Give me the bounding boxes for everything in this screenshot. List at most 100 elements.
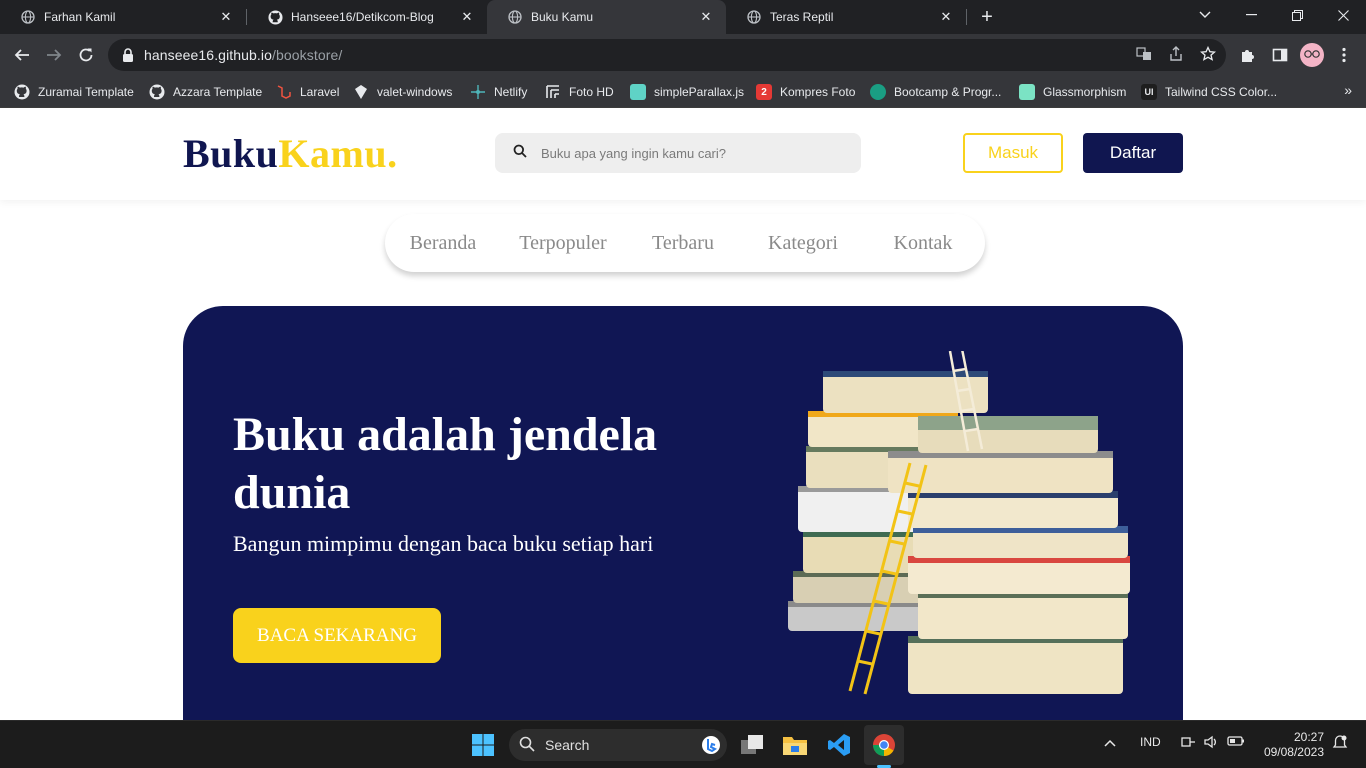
kebab-menu-icon[interactable]	[1331, 42, 1357, 68]
nav-item-kontak[interactable]: Kontak	[863, 232, 983, 255]
close-icon[interactable]: ✕	[938, 9, 954, 25]
netlify-icon	[470, 84, 486, 100]
logo-part-buku: Buku	[183, 131, 279, 176]
nav-item-beranda[interactable]: Beranda	[383, 232, 503, 255]
url-text: hanseee16.github.io/bookstore/	[144, 47, 342, 63]
book-stack-illustration	[788, 351, 1130, 695]
bookmark-label: Bootcamp & Progr...	[894, 85, 1002, 99]
restore-button[interactable]	[1274, 0, 1320, 30]
file-explorer-icon[interactable]	[779, 729, 811, 761]
url-path: /bookstore/	[272, 47, 343, 63]
close-icon[interactable]: ✕	[459, 9, 475, 25]
search-input[interactable]	[541, 145, 841, 161]
github-icon	[149, 84, 165, 100]
reload-icon[interactable]	[73, 42, 99, 68]
volume-icon[interactable]	[1203, 734, 1219, 753]
input-language[interactable]: IND	[1140, 735, 1161, 749]
close-window-button[interactable]	[1320, 0, 1366, 30]
clock-time: 20:27	[1293, 730, 1324, 744]
minimize-button[interactable]	[1228, 0, 1274, 30]
bookmark-glassmorphism[interactable]: Glassmorphism	[1019, 81, 1126, 103]
bookmark-zuramai-template[interactable]: Zuramai Template	[14, 81, 134, 103]
windows-start-icon[interactable]	[467, 729, 499, 761]
tray-overflow-chevron-icon[interactable]	[1104, 736, 1116, 750]
close-icon[interactable]: ✕	[698, 9, 714, 25]
tab-search-chevron-icon[interactable]	[1182, 0, 1228, 30]
nav-item-terbaru[interactable]: Terbaru	[623, 232, 743, 255]
notification-icon[interactable]	[1332, 734, 1348, 755]
bookmarks-bar: Zuramai Template Azzara Template Laravel…	[0, 76, 1366, 108]
url-host: hanseee16.github.io	[144, 47, 273, 63]
globe-icon	[20, 9, 36, 25]
kompres-icon: 2	[756, 84, 772, 100]
battery-icon[interactable]	[1227, 735, 1245, 750]
bookmark-kompres-foto[interactable]: 2 Kompres Foto	[756, 81, 855, 103]
task-view-icon[interactable]	[736, 729, 768, 761]
bookstore-page: BukuKamu. Masuk Daftar Beranda Terpopule…	[0, 108, 1366, 720]
bookmark-tailwind-css-color[interactable]: UI Tailwind CSS Color...	[1141, 81, 1277, 103]
main-navigation: Beranda Terpopuler Terbaru Kategori Kont…	[385, 214, 985, 272]
logo-part-kamu: Kamu.	[278, 131, 398, 176]
bookmark-bootcamp[interactable]: Bootcamp & Progr...	[870, 81, 1001, 103]
chrome-taskbar-icon[interactable]	[864, 725, 904, 765]
taskbar-search-label: Search	[545, 737, 590, 753]
tab-detikcom-blog[interactable]: Hanseee16/Detikcom-Blog ✕	[247, 0, 487, 34]
site-header: BukuKamu. Masuk Daftar	[0, 108, 1366, 200]
bookmark-foto-hd[interactable]: Foto HD	[545, 81, 614, 103]
bookmark-label: Laravel	[300, 85, 340, 99]
translate-icon[interactable]	[1132, 42, 1156, 66]
system-clock[interactable]: 20:27 09/08/2023	[1262, 730, 1324, 760]
register-button[interactable]: Daftar	[1083, 133, 1183, 173]
search-icon	[519, 736, 535, 755]
address-bar[interactable]: hanseee16.github.io/bookstore/	[108, 39, 1226, 71]
forward-arrow-icon[interactable]	[41, 42, 67, 68]
tab-farhan-kamil[interactable]: Farhan Kamil ✕	[0, 0, 246, 34]
login-button[interactable]: Masuk	[963, 133, 1063, 173]
github-icon	[14, 84, 30, 100]
site-logo[interactable]: BukuKamu.	[183, 130, 398, 177]
bookmark-label: Foto HD	[569, 85, 614, 99]
bing-icon	[701, 735, 721, 758]
extensions-puzzle-icon[interactable]	[1235, 42, 1261, 68]
network-icon[interactable]	[1180, 734, 1196, 753]
profile-avatar[interactable]	[1300, 43, 1324, 67]
tab-title: Farhan Kamil	[44, 10, 116, 24]
bookmarks-overflow-chevron-icon[interactable]: »	[1344, 82, 1352, 98]
tab-title: Teras Reptil	[770, 10, 834, 24]
browser-toolbar: hanseee16.github.io/bookstore/	[0, 34, 1366, 76]
github-icon	[267, 9, 283, 25]
bookmark-label: simpleParallax.js	[654, 85, 745, 99]
bookmark-label: Glassmorphism	[1043, 85, 1127, 99]
bookmark-laravel[interactable]: Laravel	[276, 81, 339, 103]
bookmark-label: Azzara Template	[173, 85, 263, 99]
laravel-icon	[276, 84, 292, 100]
tab-teras-reptil[interactable]: Teras Reptil ✕	[726, 0, 966, 34]
bookmark-valet-windows[interactable]: valet-windows	[353, 81, 452, 103]
tab-buku-kamu[interactable]: Buku Kamu ✕	[487, 0, 726, 34]
read-now-button[interactable]: BACA SEKARANG	[233, 608, 441, 663]
glassmorphism-icon	[1019, 84, 1035, 100]
share-icon[interactable]	[1164, 42, 1188, 66]
bookmark-netlify[interactable]: Netlify	[470, 81, 527, 103]
foto-hd-icon	[545, 84, 561, 100]
bookmark-simpleparallax[interactable]: simpleParallax.js	[630, 81, 744, 103]
side-panel-icon[interactable]	[1267, 42, 1293, 68]
close-icon[interactable]: ✕	[218, 9, 234, 25]
tab-title: Hanseee16/Detikcom-Blog	[291, 10, 434, 24]
browser-tab-strip: Farhan Kamil ✕ Hanseee16/Detikcom-Blog ✕…	[0, 0, 1366, 34]
tab-title: Buku Kamu	[531, 10, 594, 24]
bookmark-star-icon[interactable]	[1196, 42, 1220, 66]
bookmark-azzara-template[interactable]: Azzara Template	[149, 81, 262, 103]
valet-icon	[353, 84, 369, 100]
nav-item-kategori[interactable]: Kategori	[743, 232, 863, 255]
bookmark-label: Kompres Foto	[780, 85, 856, 99]
taskbar-search[interactable]: Search	[509, 729, 727, 761]
tailwind-ui-icon: UI	[1141, 84, 1157, 100]
vscode-icon[interactable]	[823, 729, 855, 761]
bookmark-label: Netlify	[494, 85, 528, 99]
globe-icon	[507, 9, 523, 25]
new-tab-button[interactable]: +	[976, 6, 998, 28]
back-arrow-icon[interactable]	[9, 42, 35, 68]
nav-item-terpopuler[interactable]: Terpopuler	[503, 232, 623, 255]
parallax-icon	[630, 84, 646, 100]
